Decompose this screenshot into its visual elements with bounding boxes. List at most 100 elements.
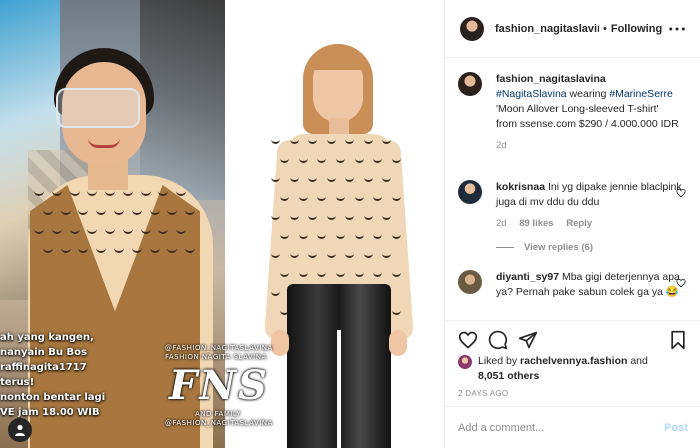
moon-print-mark	[271, 252, 280, 258]
pants-leg-gap	[337, 330, 341, 448]
post-comment-button[interactable]: Post	[664, 422, 688, 434]
moon-print-mark	[289, 138, 299, 144]
commenter-avatar[interactable]	[458, 270, 482, 294]
caption-text: wearing	[566, 88, 610, 100]
comment-button[interactable]	[488, 330, 508, 350]
comment-icon	[488, 330, 508, 350]
moon-print-mark	[382, 252, 392, 258]
moon-print-mark	[298, 157, 308, 163]
instagram-post-view: ah yang kangen, nanyain Bu Bos raffinagi…	[0, 0, 700, 448]
moon-print-mark	[298, 195, 308, 201]
moon-print-mark	[336, 157, 345, 163]
moon-print-mark	[345, 214, 355, 220]
post-sidebar: fashion_nagitaslavina • Following fashio…	[446, 0, 700, 448]
comment-input[interactable]	[458, 421, 665, 434]
caption-age: 2d	[496, 140, 507, 151]
caption-meta: 2d	[496, 138, 682, 153]
moon-print-mark	[345, 138, 355, 144]
like-button[interactable]	[458, 330, 478, 350]
comments-section[interactable]: fashion_nagitaslavina #NagitaSlavina wea…	[446, 58, 700, 320]
moon-print-mark	[317, 233, 327, 239]
post-action-bar	[446, 320, 700, 356]
moon-print-mark	[363, 214, 373, 220]
likes-summary: Liked by rachelvennya.fashion and 8,051 …	[458, 354, 694, 384]
moon-print-mark	[373, 271, 383, 277]
heart-icon	[458, 331, 478, 349]
moon-print-mark	[271, 176, 280, 182]
reply-button[interactable]: Reply	[566, 218, 592, 229]
tagged-user-button[interactable]	[8, 418, 32, 442]
share-button[interactable]	[518, 330, 538, 350]
moon-print-mark	[354, 233, 364, 239]
moon-print-mark	[391, 233, 401, 239]
view-replies-button[interactable]: View replies (6)	[496, 242, 593, 253]
watermark-logo: FNS	[169, 362, 269, 409]
moon-print-mark	[280, 233, 290, 239]
person-smile	[88, 138, 120, 148]
face-shield	[56, 88, 140, 128]
author-avatar[interactable]	[460, 16, 484, 41]
moon-print-mark	[280, 157, 290, 163]
moon-print-mark	[354, 157, 364, 163]
view-replies-divider	[496, 247, 514, 248]
liker-avatar[interactable]	[458, 355, 472, 369]
commenter-username[interactable]: kokrisnaa	[496, 181, 545, 193]
comment-item: diyanti_sy97 Mba gigi deterjennya apa ya…	[458, 270, 694, 300]
hashtag-link[interactable]: #NagitaSlavina	[496, 88, 567, 100]
overlay-caption-line: raffinagita1717	[0, 362, 87, 373]
moon-print-mark	[345, 252, 355, 258]
commenter-avatar[interactable]	[458, 180, 482, 204]
comment-like-heart-icon[interactable]	[676, 188, 686, 198]
moon-print-mark	[373, 157, 383, 163]
moon-print-mark	[317, 157, 327, 163]
caption-body: fashion_nagitaslavina #NagitaSlavina wea…	[496, 72, 682, 153]
post-header: fashion_nagitaslavina • Following	[446, 0, 700, 58]
moon-print-mark	[354, 271, 364, 277]
overlay-caption-line: ah yang kangen,	[0, 332, 94, 343]
share-icon	[518, 331, 538, 349]
moon-print-mark	[289, 214, 299, 220]
moon-print-mark	[280, 271, 290, 277]
more-options-button[interactable]	[668, 20, 686, 38]
moon-print-mark	[308, 138, 318, 144]
liker-username[interactable]: rachelvennya.fashion	[520, 355, 627, 367]
moon-print-mark	[382, 138, 392, 144]
moon-print-mark	[391, 195, 401, 201]
comment-age: 2d	[496, 218, 507, 229]
comment-like-heart-icon[interactable]	[676, 278, 686, 288]
overlay-caption-line: nonton bentar lagi	[0, 392, 106, 403]
watermark-handle-bottom: @FASHION_NAGITASLAVINA	[165, 419, 273, 427]
moon-print-mark	[298, 271, 308, 277]
moon-print-mark	[336, 195, 345, 201]
moon-print-mark	[326, 138, 336, 144]
overlay-caption-line: terus!	[0, 377, 35, 388]
post-timestamp[interactable]: 2 DAYS AGO	[458, 389, 508, 398]
moon-print-mark	[326, 214, 336, 220]
moon-print-mark	[336, 271, 345, 277]
hashtag-link[interactable]: #MarineSerre	[609, 88, 673, 100]
likes-and: and	[627, 355, 648, 367]
comment-body: kokrisnaa Ini yg dipake jennie blaclpink…	[496, 180, 682, 231]
comment-meta: 2d 89 likes Reply	[496, 216, 682, 231]
following-button[interactable]: Following	[611, 23, 662, 35]
likes-others-link[interactable]: 8,051 others	[478, 370, 539, 382]
likes-text: Liked by rachelvennya.fashion and 8,051 …	[478, 354, 648, 384]
comment-item: kokrisnaa Ini yg dipake jennie blaclpink…	[458, 180, 694, 231]
likes-prefix: Liked by	[478, 355, 521, 367]
save-button[interactable]	[668, 330, 688, 350]
moon-print-mark	[391, 157, 401, 163]
more-horizontal-icon	[669, 27, 685, 31]
post-media[interactable]: ah yang kangen, nanyain Bu Bos raffinagi…	[0, 0, 445, 448]
moon-print-mark	[289, 176, 299, 182]
moon-print-mark	[308, 214, 318, 220]
caption-username[interactable]: fashion_nagitaslavina	[496, 73, 606, 85]
author-username[interactable]: fashion_nagitaslavina	[495, 23, 599, 35]
comment-likes[interactable]: 89 likes	[519, 218, 553, 229]
moon-print-mark	[289, 252, 299, 258]
caption-author-avatar[interactable]	[458, 72, 482, 96]
moon-print-mark	[373, 195, 383, 201]
commenter-username[interactable]: diyanti_sy97	[496, 271, 559, 283]
video-caption-overlay: ah yang kangen, nanyain Bu Bos raffinagi…	[0, 330, 140, 420]
moon-print-mark	[363, 176, 373, 182]
moon-print-mark	[271, 138, 280, 144]
